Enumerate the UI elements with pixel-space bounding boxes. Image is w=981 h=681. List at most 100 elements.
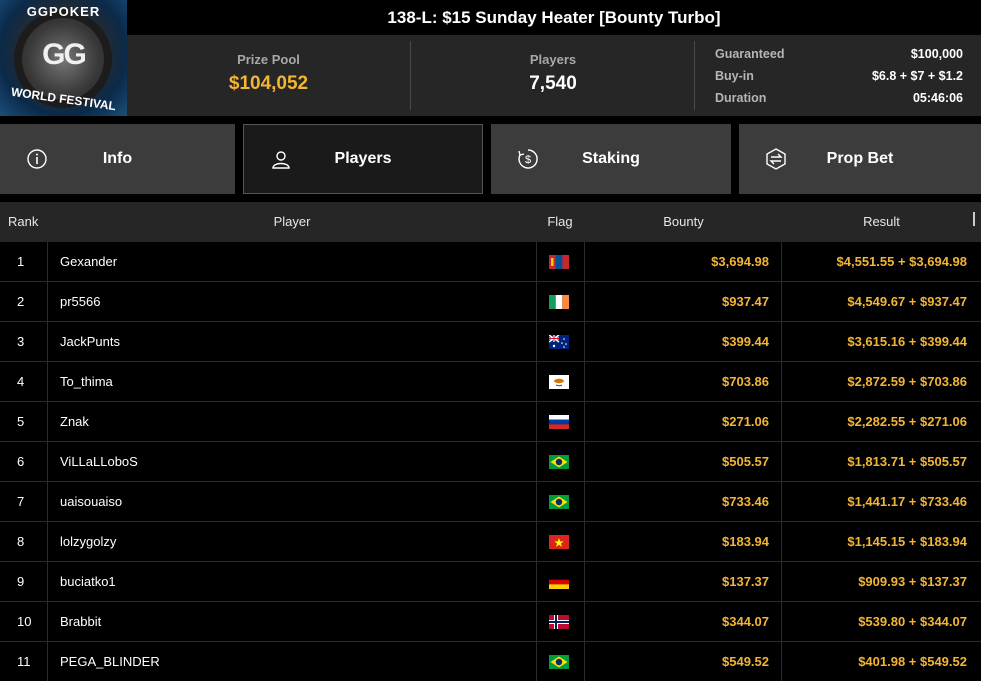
table-row[interactable]: 8 lolzygolzy $183.94 $1,145.15 + $183.94 [0, 522, 981, 562]
bounty-cell: $344.07 [722, 614, 769, 629]
player-name: lolzygolzy [60, 534, 117, 549]
rank-cell: 5 [17, 414, 25, 429]
vietnam-flag-icon [549, 535, 569, 549]
column-header-result[interactable]: Result [782, 202, 981, 242]
bounty-cell: $3,694.98 [711, 254, 769, 269]
table-row[interactable]: 3 JackPunts $399.44 $3,615.16 + $399.44 [0, 322, 981, 362]
summary-divider [694, 41, 695, 110]
player-name: uaisouaiso [60, 494, 123, 509]
brazil-flag-icon [549, 495, 569, 509]
table-row[interactable]: 5 Znak $271.06 $2,282.55 + $271.06 [0, 402, 981, 442]
staking-icon: $ [518, 149, 538, 169]
flag-cell [536, 402, 584, 442]
russia-flag-icon [549, 415, 569, 429]
flag-cell [536, 282, 584, 322]
detail-guaranteed: Guaranteed $100,000 [715, 47, 963, 61]
prize-pool-cell: Prize Pool $104,052 [127, 35, 410, 116]
table-row[interactable]: 11 PEGA_BLINDER $549.52 $401.98 + $549.5… [0, 642, 981, 681]
column-header-bounty[interactable]: Bounty [585, 202, 782, 242]
prize-pool-value: $104,052 [228, 73, 309, 94]
result-cell: $2,282.55 + $271.06 [847, 414, 967, 429]
brazil-flag-icon [549, 455, 569, 469]
player-name: Brabbit [60, 614, 102, 629]
ggpoker-world-festival-logo: GGPOKER GG WORLD FESTIVAL [0, 0, 127, 116]
bounty-cell: $505.57 [722, 454, 769, 469]
result-cell: $2,872.59 + $703.86 [847, 374, 967, 389]
bounty-cell: $733.46 [722, 494, 769, 509]
flag-cell [536, 522, 584, 562]
rank-cell: 11 [17, 654, 31, 669]
players-value: 7,540 [529, 73, 577, 94]
flag-cell [536, 602, 584, 642]
table-row[interactable]: 7 uaisouaiso $733.46 $1,441.17 + $733.46 [0, 482, 981, 522]
bounty-cell: $183.94 [722, 534, 769, 549]
result-cell: $3,615.16 + $399.44 [847, 334, 967, 349]
rank-cell: 10 [17, 614, 32, 629]
flag-cell [536, 562, 584, 602]
tab-prop-bet[interactable]: Prop Bet [739, 124, 981, 194]
tab-bar: Info Players $ Staking Prop Bet [0, 116, 981, 202]
scrollbar-thumb[interactable] [973, 212, 975, 226]
tab-info[interactable]: Info [0, 124, 235, 194]
flag-cell [536, 322, 584, 362]
germany-flag-icon [549, 575, 569, 589]
table-row[interactable]: 1 Gexander $3,694.98 $4,551.55 + $3,694.… [0, 242, 981, 282]
rank-cell: 9 [17, 574, 25, 589]
bounty-cell: $703.86 [722, 374, 769, 389]
result-cell: $909.93 + $137.37 [858, 574, 967, 589]
column-header-player[interactable]: Player [0, 202, 584, 242]
prize-pool-label: Prize Pool [237, 52, 300, 67]
mongolia-flag-icon [549, 255, 569, 269]
flag-cell [536, 642, 584, 681]
bounty-cell: $399.44 [722, 334, 769, 349]
bounty-cell: $549.52 [722, 654, 769, 669]
result-cell: $539.80 + $344.07 [858, 614, 967, 629]
players-label: Players [529, 52, 577, 67]
table-row[interactable]: 6 ViLLaLLoboS $505.57 $1,813.71 + $505.5… [0, 442, 981, 482]
detail-duration: Duration 05:46:06 [715, 91, 963, 105]
tournament-details: Guaranteed $100,000 Buy-in $6.8 + $7 + $… [715, 43, 963, 109]
brazil-flag-icon [549, 655, 569, 669]
rank-cell: 2 [17, 294, 25, 309]
bounty-cell: $937.47 [722, 294, 769, 309]
rank-cell: 3 [17, 334, 25, 349]
table-header: Rank Player Flag Bounty Result [0, 202, 981, 242]
table-row[interactable]: 10 Brabbit $344.07 $539.80 + $344.07 [0, 602, 981, 642]
player-name: Znak [60, 414, 89, 429]
rank-cell: 6 [17, 454, 25, 469]
player-name: buciatko1 [60, 574, 116, 589]
prop-bet-icon [766, 148, 786, 170]
cyprus-flag-icon [549, 375, 569, 389]
info-icon [27, 149, 47, 169]
rank-cell: 4 [17, 374, 25, 389]
table-row[interactable]: 9 buciatko1 $137.37 $909.93 + $137.37 [0, 562, 981, 602]
result-cell: $1,441.17 + $733.46 [847, 494, 967, 509]
flag-cell [536, 482, 584, 522]
result-cell: $4,549.67 + $937.47 [847, 294, 967, 309]
bounty-cell: $137.37 [722, 574, 769, 589]
rank-cell: 1 [17, 254, 25, 269]
flag-cell [536, 442, 584, 482]
tab-players[interactable]: Players [243, 124, 483, 194]
result-cell: $401.98 + $549.52 [858, 654, 967, 669]
rank-cell: 8 [17, 534, 25, 549]
players-cell: Players 7,540 [411, 35, 695, 116]
player-name: Gexander [60, 254, 118, 269]
australia-flag-icon [549, 335, 569, 349]
logo-top-text: GGPOKER [26, 4, 101, 19]
tab-staking[interactable]: $ Staking [491, 124, 731, 194]
ireland-flag-icon [549, 295, 569, 309]
players-table-body: 1 Gexander $3,694.98 $4,551.55 + $3,694.… [0, 242, 981, 681]
rank-cell: 7 [17, 494, 25, 509]
logo-mark: GG [42, 38, 87, 71]
flag-cell [536, 362, 584, 402]
norway-flag-icon [549, 615, 569, 629]
bounty-cell: $271.06 [722, 414, 769, 429]
column-header-flag[interactable]: Flag [536, 202, 584, 242]
table-row[interactable]: 4 To_thima $703.86 $2,872.59 + $703.86 [0, 362, 981, 402]
tournament-header: GGPOKER GG WORLD FESTIVAL 138-L: $15 Sun… [0, 0, 981, 116]
result-cell: $4,551.55 + $3,694.98 [836, 254, 967, 269]
table-row[interactable]: 2 pr5566 $937.47 $4,549.67 + $937.47 [0, 282, 981, 322]
flag-cell [536, 242, 584, 282]
svg-text:$: $ [525, 154, 531, 166]
